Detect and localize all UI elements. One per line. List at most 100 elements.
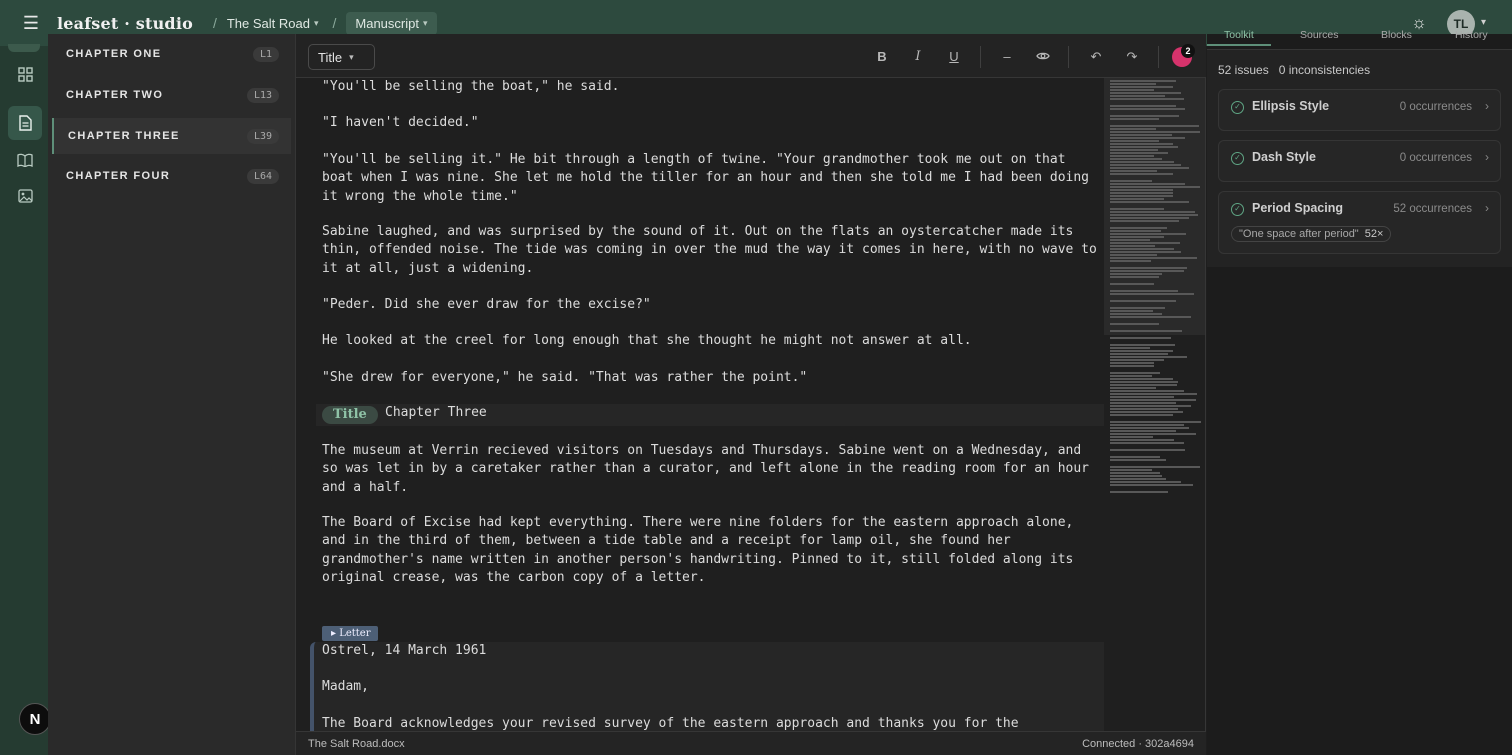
minimap-text-line bbox=[1110, 478, 1166, 480]
chapter-name: CHAPTER FOUR bbox=[66, 170, 171, 182]
chapter-name: CHAPTER TWO bbox=[66, 89, 164, 101]
rule-name: Ellipsis Style bbox=[1252, 99, 1330, 113]
minimap-text-line bbox=[1110, 89, 1154, 91]
rule-card-period-spacing[interactable]: ✓ Period Spacing 52 occurrences › "One s… bbox=[1218, 191, 1501, 254]
chapter-title-text[interactable]: Chapter Three bbox=[385, 405, 487, 420]
paragraph[interactable]: The museum at Verrin recieved visitors o… bbox=[322, 442, 1100, 497]
connection-status: Connected · 302a4694 bbox=[1082, 738, 1194, 750]
minimap-text-line bbox=[1110, 402, 1176, 404]
minimap-text-line bbox=[1110, 167, 1189, 169]
minimap-text-line bbox=[1110, 430, 1176, 432]
minimap-text-line bbox=[1110, 118, 1159, 120]
app-logo: leafset · studio bbox=[57, 13, 193, 33]
minimap-text-line bbox=[1110, 408, 1178, 410]
minimap-text-line bbox=[1110, 310, 1153, 312]
letter-line[interactable]: Ostrel, 14 March 1961 bbox=[322, 642, 1100, 660]
paragraph[interactable]: "You'll be selling it." He bit through a… bbox=[322, 151, 1100, 206]
menu-icon[interactable]: ☰ bbox=[13, 5, 49, 41]
minimap-text-line bbox=[1110, 242, 1180, 244]
chapter-item-one[interactable]: CHAPTER ONE L1 bbox=[52, 36, 291, 72]
rule-count: 0 occurrences bbox=[1399, 152, 1472, 164]
paragraph[interactable]: Sabine laughed, and was surprised by the… bbox=[322, 223, 1100, 278]
undo-icon[interactable]: ↶ bbox=[1086, 47, 1106, 67]
paragraph[interactable]: "Peder. Did she ever draw for the excise… bbox=[322, 296, 1100, 314]
rule-card-ellipsis[interactable]: ✓ Ellipsis Style 0 occurrences › bbox=[1218, 89, 1501, 131]
minimap-text-line bbox=[1110, 183, 1185, 185]
horizontal-rule-icon[interactable]: – bbox=[997, 47, 1017, 67]
minimap-text-line bbox=[1110, 381, 1178, 383]
document-icon[interactable] bbox=[8, 106, 42, 140]
eye-icon[interactable] bbox=[1033, 47, 1053, 67]
letter-line[interactable]: Madam, bbox=[322, 678, 1100, 696]
n-logo-icon[interactable]: N bbox=[19, 703, 51, 735]
tab-sources[interactable]: Sources bbox=[1300, 29, 1339, 41]
italic-icon[interactable]: I bbox=[908, 47, 928, 67]
toolbar-divider bbox=[1158, 46, 1159, 68]
chevron-down-icon: ▾ bbox=[313, 17, 319, 28]
minimap-text-line bbox=[1110, 484, 1193, 486]
minimap-text-line bbox=[1110, 365, 1154, 367]
minimap-text-line bbox=[1110, 201, 1189, 203]
paragraph[interactable]: "She drew for everyone," he said. "That … bbox=[322, 369, 1100, 387]
underline-icon[interactable]: U bbox=[944, 47, 964, 67]
chapter-item-four[interactable]: CHAPTER FOUR L64 bbox=[52, 158, 291, 194]
rule-detail-chip[interactable]: "One space after period" 52× bbox=[1231, 226, 1392, 242]
chapter-line-badge: L13 bbox=[246, 87, 279, 103]
rule-name: Period Spacing bbox=[1252, 201, 1343, 215]
paragraph[interactable]: "You'll be selling the boat," he said. bbox=[322, 78, 1100, 96]
minimap-text-line bbox=[1110, 491, 1168, 493]
minimap-text-line bbox=[1110, 350, 1173, 352]
bold-icon[interactable]: B bbox=[872, 47, 892, 67]
chevron-down-icon[interactable]: ▾ bbox=[1481, 17, 1486, 28]
minimap-text-line bbox=[1110, 469, 1152, 471]
minimap-text-line bbox=[1110, 273, 1162, 275]
minimap-text-line bbox=[1110, 270, 1184, 272]
chevron-down-icon: ▾ bbox=[422, 17, 428, 28]
book-icon[interactable] bbox=[8, 143, 42, 177]
minimap-text-line bbox=[1110, 152, 1168, 154]
minimap-text-line bbox=[1110, 323, 1159, 325]
block-style-select[interactable]: Title ▾ bbox=[308, 44, 375, 70]
minimap[interactable] bbox=[1104, 78, 1205, 499]
paragraph[interactable]: The Board of Excise had kept everything.… bbox=[322, 514, 1100, 587]
minimap-text-line bbox=[1110, 372, 1160, 374]
letter-line[interactable]: The Board acknowledges your revised surv… bbox=[322, 715, 1100, 731]
minimap-text-line bbox=[1110, 83, 1156, 85]
document-body[interactable]: "You'll be selling the boat," he said. "… bbox=[296, 78, 1104, 731]
breadcrumb-manuscript-label: Manuscript bbox=[355, 15, 419, 31]
chapter-item-three[interactable]: CHAPTER THREE L39 bbox=[52, 118, 291, 154]
tab-toolkit[interactable]: Toolkit bbox=[1207, 29, 1271, 46]
redo-icon[interactable]: ↷ bbox=[1122, 47, 1142, 67]
paragraph[interactable]: "I haven't decided." bbox=[322, 114, 1100, 132]
image-icon[interactable] bbox=[8, 179, 42, 213]
grid-icon[interactable] bbox=[8, 57, 42, 91]
tab-history[interactable]: History bbox=[1455, 29, 1488, 41]
letter-block-tag[interactable]: ▸ Letter bbox=[322, 626, 378, 641]
title-block-tag: Title bbox=[322, 406, 378, 424]
breadcrumb-project[interactable]: The Salt Road ▾ bbox=[227, 16, 319, 31]
title-block[interactable]: Title Chapter Three bbox=[316, 404, 1104, 426]
minimap-text-line bbox=[1110, 300, 1176, 302]
minimap-text-line bbox=[1110, 393, 1197, 395]
minimap-text-line bbox=[1110, 143, 1173, 145]
minimap-text-line bbox=[1110, 359, 1164, 361]
minimap-text-line bbox=[1110, 405, 1191, 407]
paragraph[interactable]: He looked at the creel for long enough t… bbox=[322, 332, 1100, 350]
rule-name: Dash Style bbox=[1252, 150, 1316, 164]
minimap-text-line bbox=[1110, 293, 1194, 295]
breadcrumb-manuscript[interactable]: Manuscript ▾ bbox=[346, 11, 437, 35]
tab-blocks[interactable]: Blocks bbox=[1381, 29, 1412, 41]
check-circle-icon: ✓ bbox=[1231, 101, 1244, 114]
chapter-item-two[interactable]: CHAPTER TWO L13 bbox=[52, 77, 291, 113]
rule-card-dash[interactable]: ✓ Dash Style 0 occurrences › bbox=[1218, 140, 1501, 182]
minimap-text-line bbox=[1110, 86, 1173, 88]
rule-count: 52 occurrences bbox=[1393, 203, 1472, 215]
minimap-text-line bbox=[1110, 146, 1178, 148]
minimap-text-line bbox=[1110, 344, 1175, 346]
minimap-text-line bbox=[1110, 442, 1184, 444]
minimap-text-line bbox=[1110, 347, 1150, 349]
minimap-text-line bbox=[1110, 233, 1186, 235]
minimap-text-line bbox=[1110, 260, 1151, 262]
chapter-list: CHAPTER ONE L1 CHAPTER TWO L13 CHAPTER T… bbox=[48, 34, 296, 755]
minimap-text-line bbox=[1110, 267, 1187, 269]
